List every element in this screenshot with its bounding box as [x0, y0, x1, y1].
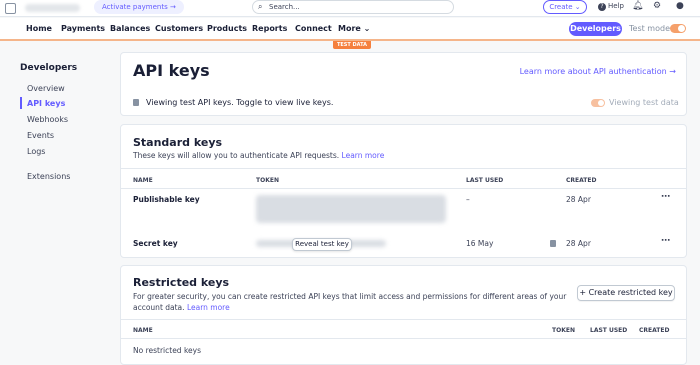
test-mode-toggle[interactable] [670, 24, 686, 33]
nav-reports[interactable]: Reports [252, 24, 287, 33]
divider [121, 338, 686, 339]
top-bar: Activate payments → ⌕ Search... Create ⌄… [0, 0, 700, 17]
create-button[interactable]: Create ⌄ [543, 0, 587, 14]
secret-created: 28 Apr [566, 239, 591, 248]
view-test-data-label: Viewing test data [609, 98, 679, 107]
standard-keys-subtitle: These keys will allow you to authenticat… [133, 151, 384, 160]
sidebar-item-events[interactable]: Events [27, 131, 54, 140]
reveal-test-key-button[interactable]: Reveal test key [292, 238, 352, 251]
nav-balances[interactable]: Balances [110, 24, 150, 33]
standard-keys-title: Standard keys [133, 136, 223, 149]
divider [121, 319, 686, 320]
sidebar-item-logs[interactable]: Logs [27, 147, 45, 156]
account-logo-icon[interactable] [5, 3, 16, 14]
nav-payments[interactable]: Payments [61, 24, 105, 33]
standard-keys-learn-more[interactable]: Learn more [342, 151, 385, 160]
test-mode-label: Test mode [629, 24, 670, 33]
restricted-col-name: NAME [133, 327, 153, 334]
divider [121, 188, 686, 189]
user-icon[interactable]: ● [676, 1, 684, 11]
create-restricted-key-button[interactable]: + Create restricted key [577, 285, 675, 301]
restricted-keys-card: Restricted keys For greater security, yo… [120, 265, 687, 365]
publishable-created: 28 Apr [566, 195, 591, 204]
search-placeholder: Search... [269, 3, 300, 11]
divider [121, 168, 686, 169]
col-last-used: LAST USED [466, 177, 504, 184]
restricted-col-created: CREATED [639, 327, 670, 334]
nav-customers[interactable]: Customers [155, 24, 203, 33]
activate-payments-link[interactable]: Activate payments → [94, 0, 184, 14]
col-token: TOKEN [256, 177, 279, 184]
publishable-more-icon[interactable]: ⋯ [661, 192, 670, 202]
no-restricted-keys-text: No restricted keys [133, 346, 201, 355]
help-button[interactable]: ? Help [598, 2, 624, 11]
col-created: CREATED [566, 177, 597, 184]
secret-more-icon[interactable]: ⋯ [661, 236, 670, 246]
sidebar-item-api-keys[interactable]: API keys [27, 99, 65, 108]
gear-icon[interactable]: ⚙ [653, 1, 661, 11]
view-test-data-toggle[interactable] [591, 99, 605, 107]
nav-more[interactable]: More ⌄ [338, 24, 370, 33]
bell-icon[interactable]: 🔔︎ [632, 1, 643, 11]
restricted-col-last-used: LAST USED [590, 327, 628, 334]
sidebar-item-extensions[interactable]: Extensions [27, 172, 70, 181]
page-title: API keys [133, 61, 210, 80]
sidebar-item-overview[interactable]: Overview [27, 84, 65, 93]
publishable-key-token[interactable] [256, 195, 446, 223]
restricted-keys-subtitle: For greater security, you can create res… [133, 291, 573, 313]
nav-products[interactable]: Products [207, 24, 247, 33]
search-input[interactable]: ⌕ Search... [252, 0, 454, 14]
help-label: Help [608, 2, 624, 10]
info-icon [133, 99, 139, 106]
standard-keys-desc: These keys will allow you to authenticat… [133, 151, 340, 160]
col-name: NAME [133, 177, 153, 184]
note-icon[interactable] [550, 240, 556, 247]
restricted-keys-learn-more[interactable]: Learn more [187, 303, 230, 312]
secret-last-used: 16 May [466, 239, 494, 248]
sidebar-active-indicator [20, 97, 22, 109]
secret-key-label: Secret key [133, 239, 178, 248]
test-data-badge: TEST DATA [333, 41, 371, 49]
main-nav: Home Payments Balances Customers Product… [0, 18, 700, 41]
test-keys-info: Viewing test API keys. Toggle to view li… [146, 98, 334, 107]
restricted-keys-title: Restricted keys [133, 276, 230, 289]
sidebar-item-webhooks[interactable]: Webhooks [27, 115, 68, 124]
sidebar-title: Developers [20, 63, 78, 73]
nav-connect[interactable]: Connect [295, 24, 332, 33]
restricted-col-token: TOKEN [552, 327, 575, 334]
search-icon: ⌕ [258, 2, 263, 11]
help-icon: ? [598, 3, 606, 11]
account-name[interactable] [25, 4, 80, 12]
nav-home[interactable]: Home [26, 24, 52, 33]
publishable-key-label: Publishable key [133, 195, 200, 204]
standard-keys-card: Standard keys These keys will allow you … [120, 124, 687, 258]
developers-button[interactable]: Developers [569, 22, 622, 36]
publishable-last-used: – [466, 195, 470, 204]
learn-api-auth-link[interactable]: Learn more about API authentication → [520, 67, 676, 76]
api-keys-header-card: API keys Learn more about API authentica… [120, 52, 687, 116]
